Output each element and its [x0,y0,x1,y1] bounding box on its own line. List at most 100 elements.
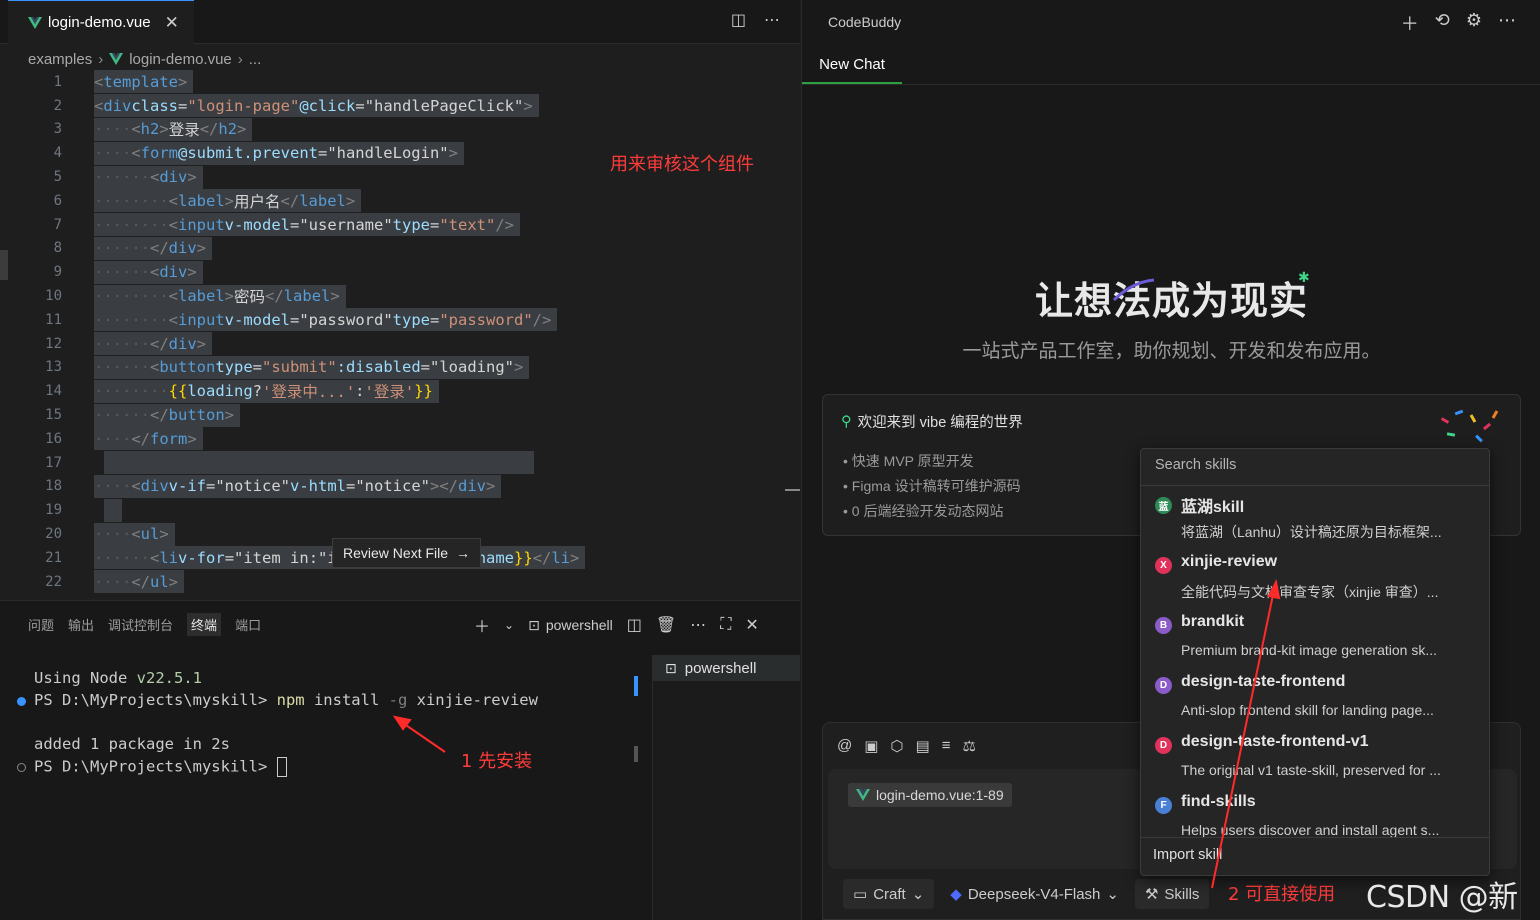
model-dropdown[interactable]: ◆ Deepseek-V4-Flash ⌄ [944,879,1125,909]
breadcrumb-item[interactable]: ... [249,51,262,68]
divider [802,84,1540,85]
review-next-file-button[interactable]: Review Next File → [332,538,482,568]
terminal-cursor [276,757,287,777]
code-line: 2 < div class = "login-page" @click = "handleP… [0,94,785,118]
input-toolbar: @ ▣ ⬡ ▤ ≡ ⚖ [837,737,976,755]
close-icon[interactable]: ✕ [745,615,758,635]
chevron-down-icon: ⌄ [911,886,925,903]
skill-item[interactable]: D design-taste-frontend-v1 The original … [1141,727,1489,787]
whale-icon: ◆ [950,886,962,903]
tab-label: login-demo.vue [48,14,151,31]
annotation-review: 用来审核这个组件 [610,154,754,175]
history-icon[interactable]: ⟲ [1435,10,1450,36]
arrow-right-icon: → [456,545,471,561]
skill-badge: X [1155,557,1172,574]
context-chip[interactable]: login-demo.vue:1-89 [848,783,1012,807]
skill-badge: 蓝 [1155,497,1172,514]
figma-icon[interactable]: ⬡ [890,737,903,755]
skill-name: xinjie-review [1181,553,1278,570]
vue-icon [28,16,42,29]
terminal-scroll-marker [634,746,638,762]
split-editor-icon[interactable]: ◫ [731,10,746,30]
skill-badge: D [1155,677,1172,694]
skill-name: 蓝湖skill [1181,499,1245,516]
feature-item: • 快速 MVP 原型开发 [843,453,974,469]
more-icon[interactable]: ⋯ [690,615,706,635]
skill-item[interactable]: X xinjie-review 全能代码与文档审查专家（xinjie 审查）..… [1141,547,1489,607]
tab-close-icon[interactable]: ✕ [165,13,179,33]
skill-item[interactable]: F find-skills Helps users discover and i… [1141,787,1489,847]
skill-item[interactable]: D design-taste-frontend Anti-slop fronte… [1141,667,1489,727]
code-line: 17 [0,451,785,475]
craft-icon: ▭ [853,886,868,903]
terminal-output[interactable]: Using Node v22.5.1 PS D:\MyProjects\mysk… [0,655,634,920]
scrollbar-indicator[interactable] [785,489,800,491]
tab-new-chat[interactable]: New Chat [802,46,902,84]
tab-debug-console[interactable]: 调试控制台 [108,615,173,636]
skill-item[interactable]: 蓝 蓝湖skill 将蓝湖（Lanhu）设计稿还原为目标框架... [1141,487,1489,547]
chevron-down-icon: ⌄ [1106,886,1119,903]
tab-problems[interactable]: 问题 [28,615,54,636]
chevron-down-icon[interactable]: ⌄ [504,618,514,632]
code-line: 12 ······ </div > [0,332,785,356]
chevron-right-icon: › [237,50,243,68]
tab-ports[interactable]: 端口 [235,615,261,636]
terminal-list: ⊡ powershell [652,655,800,920]
editor-actions: ◫ ⋯ [731,10,780,30]
code-line: 9 ······ < div > [0,260,785,284]
more-icon[interactable]: ⋯ [1498,10,1516,36]
image-icon[interactable]: ▣ [864,737,878,755]
terminal-line: Using Node v22.5.1 [34,669,202,687]
tab-output[interactable]: 输出 [68,615,94,636]
command-success-icon[interactable] [17,697,26,706]
terminal-line: added 1 package in 2s [34,735,230,753]
breadcrumb-item[interactable]: examples [28,51,92,68]
bottom-panel: 问题 输出 调试控制台 终端 端口 ＋ ⌄ ⊡ powershell ◫ 🗑 ⋯… [0,600,800,920]
code-line: 22 ···· </ul > [0,570,785,594]
code-line: 7 ········ < input v-model ="username" type =… [0,213,785,237]
skills-search-input[interactable]: Search skills [1155,457,1236,473]
code-line: 10 ········ < label > 密码 </label > [0,284,785,308]
code-line: 15 ······ </button > [0,403,785,427]
terminal-line: PS D:\MyProjects\myskill> [34,757,287,777]
trash-icon[interactable]: 🗑 [656,615,676,635]
gear-icon[interactable]: ⚙ [1466,10,1482,36]
skills-button[interactable]: ⚒ Skills [1134,879,1210,909]
code-line: 13 ······ < button type = "submit" :disabled =… [0,355,785,380]
skill-name: design-taste-frontend [1181,673,1346,690]
terminal-list-item[interactable]: ⊡ powershell [653,655,800,681]
book-icon[interactable]: ▤ [916,737,930,755]
code-line: 18 ···· < div v-if ="notice" v-html ="notice"… [0,474,785,499]
rules-icon[interactable]: ⚖ [962,737,975,755]
hero-subtitle: 一站式产品工作室，助你规划、开发和发布应用。 [962,341,1381,362]
list-icon[interactable]: ≡ [942,737,951,755]
import-skill-button[interactable]: Import skill [1153,847,1222,863]
hero-title: 让想法成为现实 [1034,281,1308,323]
code-line: 1 < template > [0,70,785,94]
more-icon[interactable]: ⋯ [764,10,780,30]
skill-badge: D [1155,737,1172,754]
editor-tab-login-demo[interactable]: login-demo.vue ✕ [8,0,194,44]
mode-dropdown[interactable]: ▭ Craft ⌄ [843,879,935,909]
input-bottom-bar: ▭ Craft ⌄ ◆ Deepseek-V4-Flash ⌄ ⚒ Skills [843,879,1210,909]
chevron-right-icon: › [98,50,104,68]
maximize-icon[interactable]: ⛶ [720,616,731,634]
split-terminal-icon[interactable]: ◫ [627,615,642,635]
vue-icon [109,53,124,65]
breadcrumb-item[interactable]: login-demo.vue [129,51,232,68]
shell-label[interactable]: powershell [546,617,613,633]
tab-terminal[interactable]: 终端 [187,613,222,636]
code-line: 14 ········{{ loading ? '登录中...' : '登录' }… [0,379,785,403]
skill-badge: B [1155,617,1172,634]
command-pending-icon[interactable] [17,763,26,772]
plus-icon[interactable]: ＋ [474,613,490,637]
panel-title: CodeBuddy [828,14,902,30]
skill-item[interactable]: B brandkit Premium brand-kit image gener… [1141,607,1489,667]
skill-desc: Helps users discover and install agent s… [1181,822,1440,838]
panel-actions: ＋ ⌄ ⊡ powershell ◫ 🗑 ⋯ ⛶ ✕ [474,613,759,637]
panel-tabs: 问题 输出 调试控制台 终端 端口 [28,613,261,636]
terminal-line: PS D:\MyProjects\myskill> npm install -g… [34,691,538,709]
at-icon[interactable]: @ [837,737,852,755]
plus-icon[interactable]: ＋ [1401,10,1419,36]
review-next-label: Review Next File [343,545,449,561]
